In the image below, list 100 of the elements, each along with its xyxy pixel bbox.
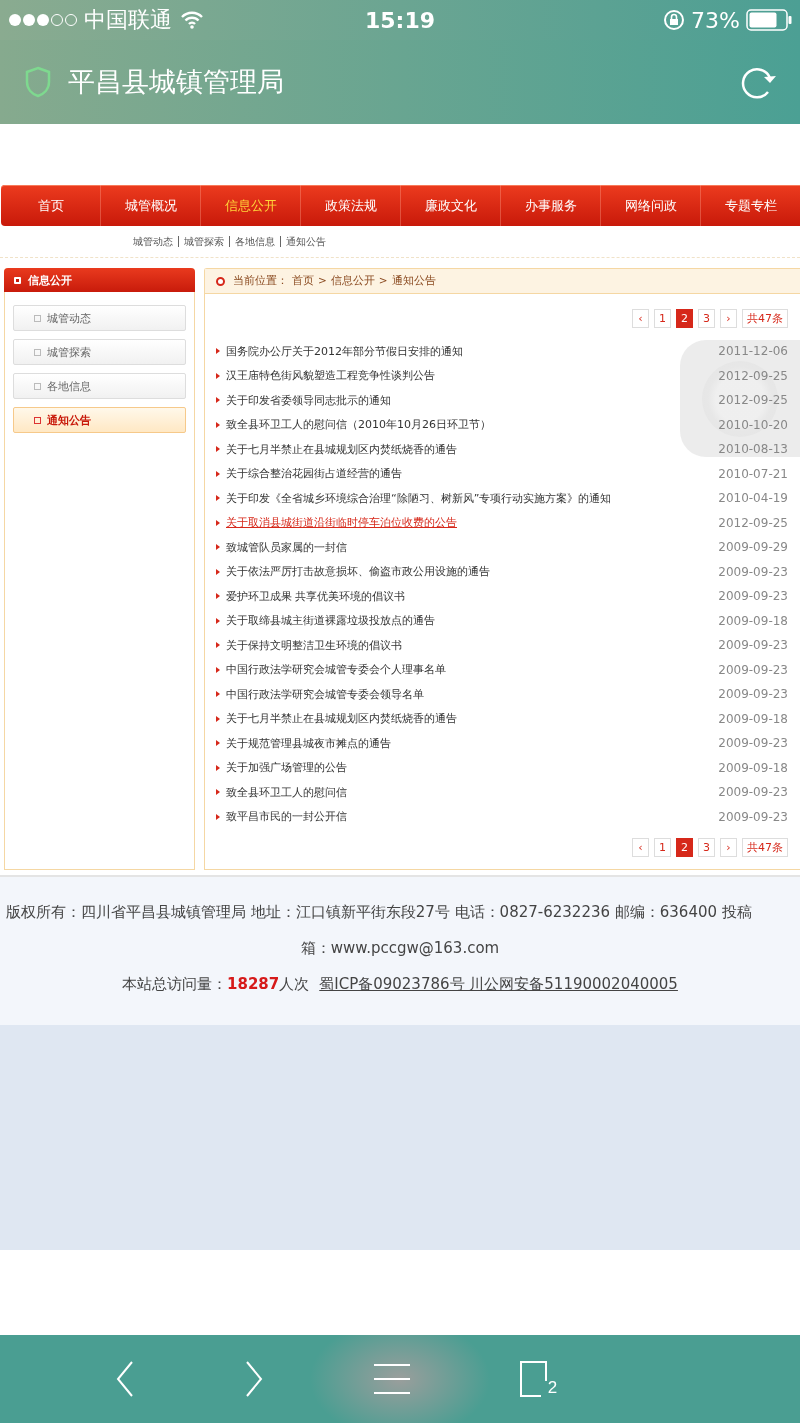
- article-date: 2009-09-29: [718, 540, 788, 555]
- article-link[interactable]: 中国行政法学研究会城管专委会个人理事名单: [226, 662, 446, 678]
- article-date: 2010-08-13: [718, 442, 788, 457]
- page-button[interactable]: 3: [698, 309, 715, 328]
- article-date: 2012-09-25: [718, 393, 788, 408]
- assistive-touch-button[interactable]: [680, 340, 800, 457]
- sidebar-item[interactable]: 城管探索: [13, 339, 186, 365]
- page-button[interactable]: 1: [654, 309, 671, 328]
- article-link[interactable]: 汉王庙特色街风貌塑造工程竞争性谈判公告: [226, 368, 435, 384]
- article-link[interactable]: 关于保持文明整洁卫生环境的倡议书: [226, 637, 402, 653]
- article-link[interactable]: 爱护环卫成果 共享优美环境的倡议书: [226, 588, 406, 604]
- nav-tab[interactable]: 城管概况: [100, 185, 200, 226]
- total-count[interactable]: 共47条: [742, 838, 788, 857]
- nav-tab[interactable]: 信息公开: [200, 185, 300, 226]
- article-date: 2009-09-23: [718, 687, 788, 702]
- bullet-icon: [216, 544, 220, 551]
- clock-time: 15:19: [365, 7, 435, 33]
- nav-tab[interactable]: 网络问政: [600, 185, 700, 226]
- breadcrumb-link[interactable]: 通知公告: [391, 274, 436, 288]
- page-button[interactable]: 1: [654, 838, 671, 857]
- article-date: 2009-09-23: [718, 662, 788, 677]
- article-link[interactable]: 关于规范管理县城夜市摊点的通告: [226, 735, 391, 751]
- article-link[interactable]: 关于加强广场管理的公告: [226, 760, 347, 776]
- article-date: 2009-09-23: [718, 736, 788, 751]
- article-link[interactable]: 致城管队员家属的一封信: [226, 539, 347, 555]
- article-link[interactable]: 国务院办公厅关于2012年部分节假日安排的通知: [226, 343, 463, 359]
- rotation-lock-icon: [663, 9, 686, 31]
- sub-nav-link[interactable]: 各地信息: [229, 236, 280, 247]
- nav-tab[interactable]: 廉政文化: [400, 185, 500, 226]
- visits-unit: 人次: [279, 975, 310, 993]
- wifi-icon: [180, 11, 204, 29]
- article-link[interactable]: 致全县环卫工人的慰问信: [226, 784, 347, 800]
- square-bullet-icon: [14, 276, 21, 284]
- back-button[interactable]: [114, 1360, 135, 1398]
- article-link[interactable]: 关于取缔县城主街道裸露垃圾投放点的通告: [226, 613, 435, 629]
- next-page-button[interactable]: ›: [720, 309, 737, 328]
- article-date: 2010-04-19: [718, 491, 788, 506]
- article-date: 2011-12-06: [718, 344, 788, 359]
- article-link[interactable]: 关于印发省委领导同志批示的通知: [226, 392, 391, 408]
- sub-nav-link[interactable]: 城管动态: [128, 236, 178, 247]
- bullet-icon: [216, 593, 220, 600]
- icp-link[interactable]: 蜀ICP备09023786号 川公网安备51190002040005: [319, 975, 678, 993]
- article-link[interactable]: 致全县环卫工人的慰问信（2010年10月26日环卫节）: [226, 417, 491, 433]
- sidebar-title: 信息公开: [28, 272, 72, 288]
- article-date: 2009-09-18: [718, 711, 788, 726]
- footer-text: 版权所有：四川省平昌县城镇管理局 地址：江口镇新平街东段27号 电话：0827-6232236 邮编：636400 投稿: [5, 903, 753, 922]
- visits-count: 18287: [227, 975, 280, 993]
- article-link[interactable]: 关于七月半禁止在县城规划区内焚纸烧香的通告: [226, 711, 457, 727]
- nav-tab[interactable]: 办事服务: [500, 185, 600, 226]
- article-date: 2009-09-23: [718, 785, 788, 800]
- article-link[interactable]: 关于印发《全省城乡环境综合治理“除陋习、树新风”专项行动实施方案》的通知: [226, 490, 612, 506]
- breadcrumb-link[interactable]: 信息公开: [330, 274, 375, 288]
- bullet-icon: [216, 568, 220, 575]
- article-link[interactable]: 关于七月半禁止在县城规划区内焚纸烧香的通告: [226, 441, 457, 457]
- signal-icon: [8, 13, 78, 27]
- total-count[interactable]: 共47条: [742, 309, 788, 328]
- article-date: 2009-09-18: [718, 613, 788, 628]
- article-link[interactable]: 中国行政法学研究会城管专委会领导名单: [226, 686, 424, 702]
- bullet-icon: [216, 470, 220, 477]
- sidebar-item[interactable]: 城管动态: [13, 305, 186, 331]
- sub-nav-link[interactable]: 城管探索: [178, 236, 229, 247]
- article-date: 2012-09-25: [718, 368, 788, 383]
- nav-tab[interactable]: 专题专栏: [700, 185, 800, 226]
- article-link[interactable]: 关于取消县城街道沿街临时停车泊位收费的公告: [226, 515, 457, 531]
- article-date: 2010-10-20: [718, 417, 788, 432]
- article-link[interactable]: 致平昌市民的一封公开信: [226, 809, 347, 825]
- article-date: 2012-09-25: [718, 515, 788, 530]
- article-date: 2010-07-21: [718, 466, 788, 481]
- shield-icon: [24, 66, 52, 98]
- battery-percent: 73%: [691, 7, 740, 33]
- bullet-icon: [216, 421, 220, 428]
- bullet-icon: [216, 764, 220, 771]
- breadcrumb-separator: >: [378, 274, 388, 288]
- previous-page-button[interactable]: ‹: [632, 838, 649, 857]
- ring-icon: [216, 276, 225, 286]
- article-link[interactable]: 关于综合整治花园街占道经营的通告: [226, 466, 402, 482]
- sub-nav-link[interactable]: 通知公告: [280, 236, 331, 247]
- article-date: 2009-09-23: [718, 564, 788, 579]
- menu-button[interactable]: [372, 1363, 411, 1395]
- bullet-icon: [216, 519, 220, 526]
- breadcrumb-separator: >: [318, 274, 327, 288]
- sidebar-item[interactable]: 通知公告: [13, 407, 186, 433]
- previous-page-button[interactable]: ‹: [632, 309, 649, 328]
- page-button[interactable]: 3: [698, 838, 715, 857]
- bullet-icon: [216, 617, 220, 624]
- bullet-icon: [216, 813, 220, 820]
- article-date: 2009-09-18: [718, 760, 788, 775]
- sidebar-item[interactable]: 各地信息: [13, 373, 186, 399]
- battery-icon: [746, 9, 792, 31]
- page-button[interactable]: 2: [676, 309, 693, 328]
- page-button[interactable]: 2: [676, 838, 693, 857]
- article-link[interactable]: 关于依法严厉打击故意损坏、偷盗市政公用设施的通告: [226, 564, 490, 580]
- forward-button[interactable]: [243, 1360, 264, 1398]
- nav-tab[interactable]: 首页: [1, 185, 100, 226]
- article-date: 2009-09-23: [718, 589, 788, 604]
- nav-tab[interactable]: 政策法规: [300, 185, 400, 226]
- next-page-button[interactable]: ›: [720, 838, 737, 857]
- bullet-icon: [216, 495, 220, 502]
- bullet-icon: [216, 789, 220, 796]
- breadcrumb-link[interactable]: 首页: [292, 274, 314, 288]
